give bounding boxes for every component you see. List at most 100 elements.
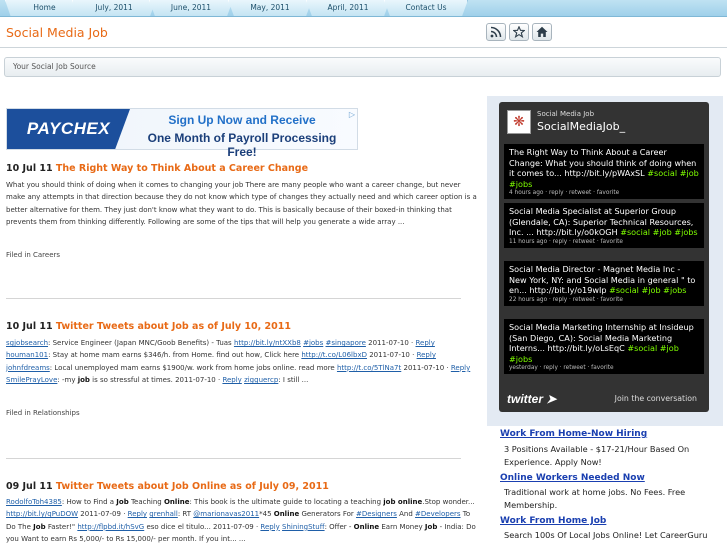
rss-icon[interactable] — [486, 23, 506, 41]
text-ad-title[interactable]: Work From Home-Now Hiring — [500, 429, 647, 439]
post-divider — [6, 458, 461, 459]
post-link[interactable]: Reply — [417, 351, 436, 359]
join-conversation-link[interactable]: Join the conversation — [615, 394, 697, 403]
text-ad-description: Traditional work at home jobs. No Fees. … — [504, 487, 686, 510]
post-link[interactable]: #singapore — [326, 339, 366, 347]
profile-avatar[interactable]: ❋ — [507, 110, 531, 134]
post-excerpt: sgjobsearch: Service Engineer (Japan MNC… — [6, 337, 478, 387]
tweet: Social Media Marketing Internship at Ins… — [504, 319, 704, 375]
post-link[interactable]: grenhall — [149, 510, 178, 518]
post-text: Generators For — [299, 510, 357, 519]
tweet-text: Social Media Director - Magnet Media Inc… — [509, 264, 696, 296]
post-text: : Stay at home mam earns $346/h. from Ho… — [48, 351, 302, 360]
text-ad-title[interactable]: Online Workers Needed Now — [500, 473, 645, 483]
post-divider — [6, 298, 461, 299]
post-text: : Local unemployed mam earns $1900/w. wo… — [49, 363, 337, 372]
post-link[interactable]: houman101 — [6, 351, 48, 359]
post-text: Earn Money — [379, 522, 425, 531]
tweet-meta[interactable]: yesterday · reply · retweet · favorite — [509, 365, 699, 371]
tagline-bar: Your Social Job Source — [4, 57, 721, 77]
text-ad-title[interactable]: Work From Home Job — [500, 516, 606, 526]
keyword-highlight: Online — [273, 510, 300, 519]
post-text: *45 — [259, 510, 274, 519]
post-text: : How to Find a — [61, 498, 117, 506]
post-text: : RT — [177, 510, 194, 519]
post-category: Filed in Careers — [6, 251, 61, 259]
post-link[interactable]: Reply — [451, 364, 470, 372]
home-icon[interactable] — [532, 23, 552, 41]
post-link[interactable]: http://bit.ly/qPuDOW — [6, 510, 78, 518]
profile-name[interactable]: Social Media Job — [537, 110, 594, 118]
tweet-hashtags[interactable]: #social #job #jobs — [620, 227, 697, 237]
post-link[interactable]: Reply — [416, 339, 435, 347]
post-link[interactable]: sgjobsearch — [6, 339, 48, 347]
twitter-logo[interactable]: twitter ➤ — [507, 392, 556, 406]
keyword-highlight: Online — [163, 498, 190, 506]
post-category: Filed in Relationships — [6, 409, 80, 417]
keyword-highlight: Online — [353, 522, 380, 531]
tweet-text: Social Media Specialist at Superior Grou… — [509, 206, 698, 238]
post-link[interactable]: #Developers — [415, 510, 461, 518]
twitter-widget: ❋ Social Media Job SocialMediaJob_ The R… — [499, 102, 709, 412]
paychex-ad-banner[interactable]: PAYCHEX Sign Up Now and Receive One Mont… — [6, 108, 358, 159]
post-text: Faster!" — [45, 522, 78, 531]
ad-choices-icon[interactable]: ▷ — [349, 110, 355, 119]
post-link[interactable]: #jobs — [303, 339, 323, 347]
nav-tab-june-2011[interactable]: June, 2011 — [149, 0, 233, 16]
tweet-meta[interactable]: 22 hours ago · reply · retweet · favorit… — [509, 297, 699, 303]
post-text: : Offer - — [324, 522, 354, 531]
tweet-text: Social Media Marketing Internship at Ins… — [509, 322, 694, 364]
header-divider — [0, 47, 727, 48]
post-link[interactable]: ShiningStuff — [282, 523, 325, 531]
post-link[interactable]: johnfdreams — [6, 364, 50, 372]
post-text: 2011-07-10 · — [365, 339, 416, 347]
nav-tab-contact-us[interactable]: Contact Us — [384, 0, 468, 16]
post-link[interactable]: RodolfoToh4385 — [6, 498, 62, 506]
post-link[interactable]: http://t.co/L06lbxD — [301, 351, 367, 359]
tweet-meta[interactable]: 4 hours ago · reply · retweet · favorite — [509, 190, 699, 196]
post-link[interactable]: http://bit.ly/ntXXb8 — [234, 339, 301, 347]
post-link[interactable]: http://flpbd.it/hSvG — [77, 523, 144, 531]
keyword-highlight: job online — [383, 498, 423, 506]
post-link[interactable]: #Designers — [356, 510, 397, 518]
post-link[interactable]: http://t.co/5TlNa7t — [337, 364, 401, 372]
tweet-meta[interactable]: 11 hours ago · reply · retweet · favorit… — [509, 239, 699, 245]
keyword-highlight: Job — [33, 522, 46, 531]
widget-footer: twitter ➤ Join the conversation — [499, 386, 709, 412]
paychex-logo: PAYCHEX — [7, 109, 130, 149]
nav-tab-july-2011[interactable]: July, 2011 — [72, 0, 156, 16]
profile-handle[interactable]: SocialMediaJob_ — [537, 120, 625, 133]
star-icon[interactable] — [509, 23, 529, 41]
text-ad-description: Search 100s Of Local Jobs Online! Let Ca… — [504, 530, 708, 540]
keyword-highlight: Job — [424, 522, 438, 531]
nav-tab-home[interactable]: Home — [5, 0, 84, 16]
nav-tab-may-2011[interactable]: May, 2011 — [228, 0, 312, 16]
post-link[interactable]: Reply — [128, 510, 147, 518]
post-link[interactable]: zigguercp — [244, 376, 278, 384]
post-link[interactable]: @marionavas2011 — [193, 510, 259, 518]
header-icons — [486, 23, 552, 41]
post-text: : I still ... — [278, 376, 309, 385]
post-date: 09 Jul 11 — [6, 481, 53, 492]
site-title[interactable]: Social Media Job — [6, 25, 108, 40]
post-text: eso dice el titulo... 2011-07-09 · — [144, 522, 261, 531]
post-title-link[interactable]: Twitter Tweets about Job Online as of Ju… — [56, 481, 329, 492]
nav-tab-april-2011[interactable]: April, 2011 — [306, 0, 390, 16]
post-text: 2011-07-10 · — [366, 351, 417, 360]
post-heading: 10 Jul 11 Twitter Tweets about Job as of… — [6, 321, 291, 332]
post-title-link[interactable]: The Right Way to Think About a Career Ch… — [56, 163, 308, 174]
post-link[interactable]: Reply — [222, 376, 241, 384]
post-date: 10 Jul 11 — [6, 163, 53, 174]
keyword-highlight: Job — [116, 498, 129, 506]
top-nav: Home July, 2011 June, 2011 May, 2011 Apr… — [0, 0, 727, 17]
post-link[interactable]: SmilePrayLove — [6, 376, 57, 384]
post-text: is so stressful at times. 2011-07-10 · — [89, 376, 223, 385]
post-text: 2011-07-10 · — [401, 363, 451, 372]
post-title-link[interactable]: Twitter Tweets about Job as of July 10, … — [56, 321, 291, 332]
tweet: Social Media Director - Magnet Media Inc… — [504, 261, 704, 306]
post-date: 10 Jul 11 — [6, 321, 53, 332]
post-link[interactable]: Reply — [260, 523, 279, 531]
tweet: Social Media Specialist at Superior Grou… — [504, 203, 704, 248]
tweet-text: The Right Way to Think About a Career Ch… — [509, 147, 699, 189]
tweet-hashtags[interactable]: #social #job #jobs — [609, 285, 686, 295]
